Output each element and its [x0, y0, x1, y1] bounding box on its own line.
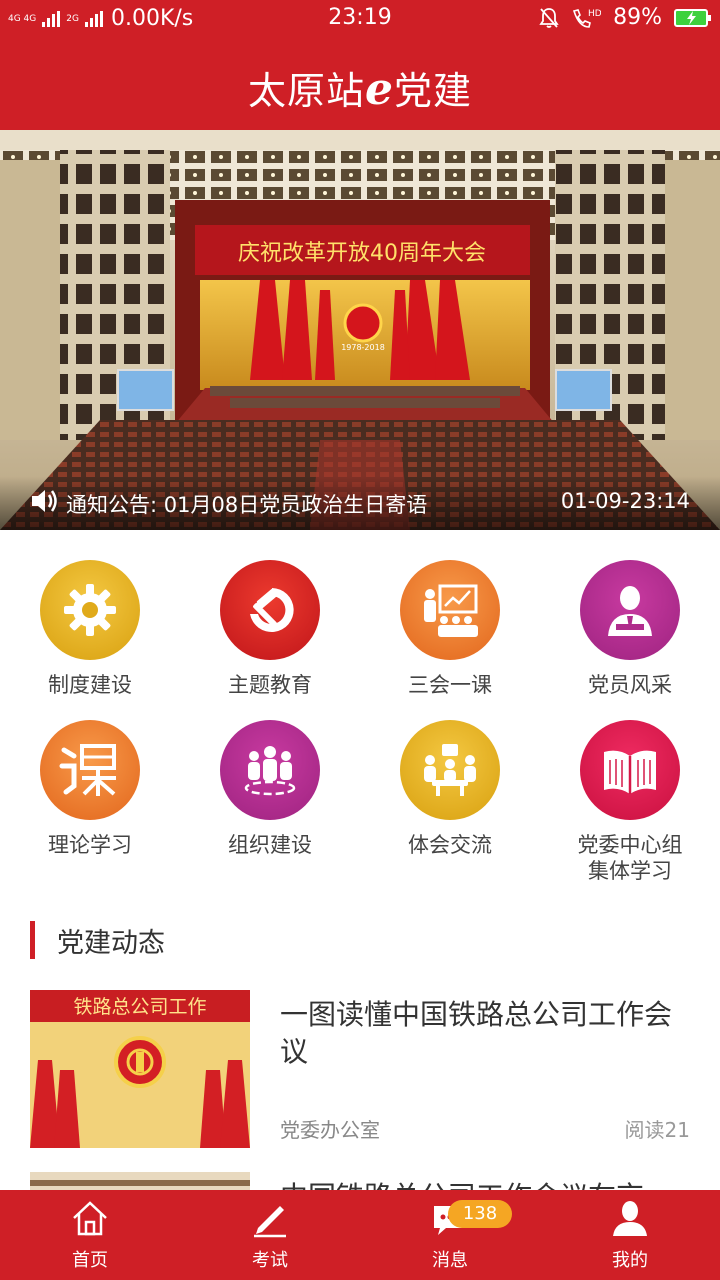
tab-exam[interactable]: 考试 [180, 1190, 360, 1280]
party-emblem-icon [220, 560, 320, 660]
label-line-2: 集体学习 [588, 859, 672, 883]
app-title: 太原站e党建 [0, 60, 720, 115]
status-bar: 4G 4G 2G 0.00K/s 23:19 HD 89% [0, 0, 720, 38]
category-organization-building[interactable]: 组织建设 [180, 720, 360, 858]
news-headline: 一图读懂中国铁路总公司工作会议 [280, 998, 673, 1068]
svg-text:HD: HD [588, 9, 601, 19]
tab-mine[interactable]: 我的 [540, 1190, 720, 1280]
category-label: 三会一课 [408, 673, 492, 697]
tab-label: 首页 [72, 1250, 108, 1271]
label-line-1: 党委中心组 [577, 833, 683, 857]
battery-percent: 89% [613, 5, 662, 30]
emblem-years: 1978-2018 [341, 343, 385, 352]
category-experience-exchange[interactable]: 体会交流 [360, 720, 540, 858]
thumbnail-text: 铁路总公司工作 [73, 996, 206, 1018]
news-thumbnail [30, 1172, 250, 1190]
category-three-meetings[interactable]: 三会一课 [360, 560, 540, 698]
person-profile-icon [580, 560, 680, 660]
course-icon [40, 720, 140, 820]
category-label: 党委中心组 集体学习 [540, 832, 720, 884]
category-label: 体会交流 [408, 833, 492, 857]
title-suffix: 党建 [394, 69, 473, 113]
section-header: 党建动态 [30, 920, 165, 960]
app-header: 4G 4G 2G 0.00K/s 23:19 HD 89% 太原站e党建 [0, 0, 720, 130]
category-label: 组织建设 [228, 833, 312, 857]
open-book-icon [580, 720, 680, 820]
category-label: 理论学习 [48, 833, 132, 857]
category-label: 主题教育 [228, 673, 312, 697]
category-theory-study[interactable]: 理论学习 [0, 720, 180, 858]
tab-label: 考试 [252, 1250, 288, 1271]
section-accent-bar [30, 921, 35, 959]
banner-image: 庆祝改革开放40周年大会 1978-2018 [0, 130, 720, 530]
e-logo-mark: e [365, 64, 394, 115]
news-headline: 中国铁路总公司工作会议在京 [280, 1178, 690, 1190]
category-label: 党员风采 [588, 673, 672, 697]
user-icon [613, 1201, 647, 1236]
news-thumbnail: 铁路总公司工作 [30, 990, 250, 1148]
mute-bell-icon [539, 7, 559, 28]
section-title: 党建动态 [57, 927, 165, 959]
news-source: 党委办公室 [280, 1118, 380, 1142]
speaker-icon [32, 490, 57, 512]
message-count-badge: 138 [448, 1200, 512, 1228]
tab-label: 我的 [612, 1250, 648, 1271]
home-icon [73, 1201, 107, 1236]
news-read-count: 阅读21 [624, 1118, 690, 1142]
bottom-tab-bar: 首页 考试 消息 我的 [0, 1190, 720, 1280]
battery-charging-icon [674, 8, 711, 27]
category-label: 制度建设 [48, 673, 132, 697]
notice-text: 通知公告: 01月08日党员政治生日寄语 [66, 493, 428, 517]
pencil-icon [254, 1206, 286, 1238]
news-item[interactable]: 铁路总公司工作 一图读懂中国铁路总公司工作会议 党委办公室 阅读21 [30, 990, 690, 1150]
tab-home[interactable]: 首页 [0, 1190, 180, 1280]
gear-icon [40, 560, 140, 660]
group-people-icon [220, 720, 320, 820]
category-member-style[interactable]: 党员风采 [540, 560, 720, 698]
tab-messages[interactable]: 消息 [360, 1190, 540, 1280]
hd-call-icon: HD [573, 9, 601, 28]
tab-label: 消息 [432, 1250, 468, 1271]
banner-carousel[interactable]: 庆祝改革开放40周年大会 1978-2018 通知公告: 01月08日党员政治生… [0, 130, 720, 530]
hall-banner-text: 庆祝改革开放40周年大会 [238, 241, 486, 266]
category-system-building[interactable]: 制度建设 [0, 560, 180, 698]
discussion-icon [400, 720, 500, 820]
meeting-presentation-icon [400, 560, 500, 660]
category-theme-education[interactable]: 主题教育 [180, 560, 360, 698]
category-central-group-study[interactable]: 党委中心组 集体学习 [540, 720, 720, 884]
title-prefix: 太原站 [247, 69, 365, 113]
notice-time: 01-09-23:14 [560, 489, 690, 513]
news-item[interactable]: 中国铁路总公司工作会议在京 [30, 1172, 690, 1190]
notice-bar[interactable]: 通知公告: 01月08日党员政治生日寄语 01-09-23:14 [0, 476, 720, 530]
